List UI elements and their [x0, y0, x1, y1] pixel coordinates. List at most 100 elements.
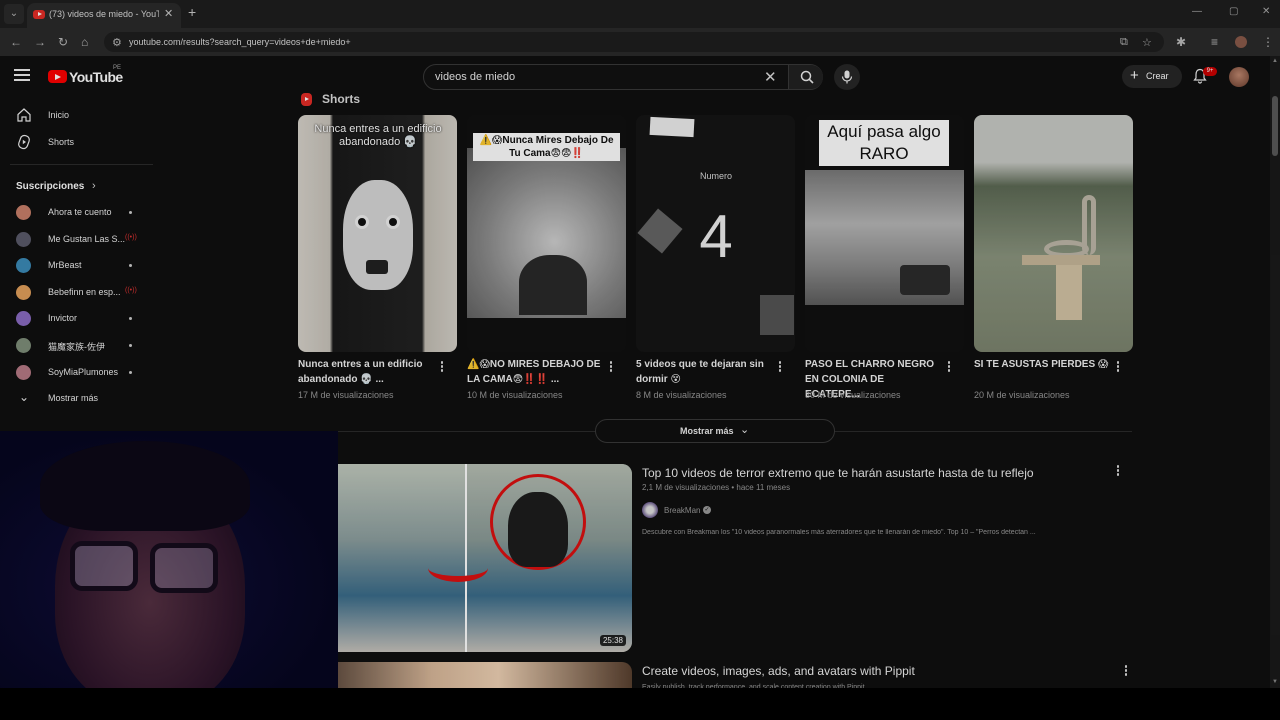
search-input[interactable]: videos de miedo [435, 71, 515, 83]
short-views: 20 M de visualizaciones [974, 390, 1070, 400]
media-controls-icon[interactable]: ≡ [1211, 35, 1218, 49]
subscription-label: Me Gustan Las S... [48, 234, 126, 244]
glasses-right-lens [150, 543, 218, 593]
tab-close-icon[interactable]: ✕ [164, 7, 173, 20]
channel-avatar[interactable] [642, 502, 658, 518]
subscription-item[interactable]: Invictor [0, 306, 155, 332]
short-card[interactable]: Aquí pasa algo RARO PASO EL CHARRO NEGRO… [805, 115, 964, 400]
subscription-item[interactable]: Me Gustan Las S... ((•)) [0, 227, 155, 253]
ad-title[interactable]: Create videos, images, ads, and avatars … [642, 664, 915, 678]
scroll-down-icon[interactable]: ▼ [1272, 679, 1278, 685]
install-app-icon[interactable]: ⧉ [1120, 36, 1128, 49]
channel-avatar [16, 365, 31, 380]
short-overlay-text: ⚠️😱Nunca Mires Debajo De Tu Cama😨😨‼️ [473, 133, 620, 161]
short-overlay-text: Nunca entres a un edificio abandonado 💀 [314, 123, 442, 148]
clear-search-icon[interactable]: ✕ [764, 68, 777, 86]
notification-badge: 9+ [1203, 67, 1217, 76]
short-card[interactable]: SI TE ASUSTAS PIERDES 😱 20 M de visualiz… [974, 115, 1133, 400]
more-actions-icon[interactable] [778, 361, 782, 373]
hamburger-menu-icon[interactable] [14, 69, 30, 81]
reload-icon[interactable]: ↻ [58, 35, 68, 49]
chevron-down-icon: ⌄ [740, 424, 750, 436]
sidebar-show-more[interactable]: ⌄ Mostrar más [0, 386, 155, 412]
short-title[interactable]: SI TE ASUSTAS PIERDES 😱 [974, 357, 1109, 372]
short-title[interactable]: ⚠️😱NO MIRES DEBAJO DE LA CAMA😨‼️‼️ ... [467, 357, 602, 387]
sidebar-item-label: Shorts [48, 137, 75, 147]
sticky-note-graphic [649, 116, 695, 138]
video-thumbnail[interactable]: 25:38 [298, 464, 632, 652]
video-metadata: 2,1 M de visualizaciones • hace 11 meses [642, 483, 791, 492]
shadow-graphic [519, 255, 587, 315]
search-icon [800, 70, 814, 84]
sidebar-item-label: Inicio [48, 110, 70, 120]
channel-avatar [16, 258, 31, 273]
red-arrow-graphic [428, 554, 488, 582]
short-title[interactable]: 5 videos que te dejaran sin dormir 😵 [636, 357, 771, 387]
address-bar[interactable]: ⚙ youtube.com/results?search_query=video… [104, 32, 1164, 52]
back-icon[interactable]: ← [10, 35, 22, 49]
live-icon: ((•)) [125, 287, 137, 294]
extensions-icon[interactable]: ✱ [1176, 35, 1186, 49]
more-actions-icon[interactable] [1124, 665, 1128, 677]
short-thumbnail[interactable] [974, 115, 1133, 352]
more-actions-icon[interactable] [440, 361, 444, 373]
channel-name[interactable]: BreakMan [664, 506, 700, 515]
short-card[interactable]: Nunca entres a un edificio abandonado 💀 … [298, 115, 457, 400]
scrollbar-thumb[interactable] [1272, 96, 1278, 156]
verified-check-icon: ✓ [703, 506, 711, 514]
voice-search-button[interactable] [834, 64, 860, 90]
search-box[interactable]: videos de miedo ✕ [423, 64, 823, 90]
short-thumbnail[interactable]: Nunca entres a un edificio abandonado 💀 [298, 115, 457, 352]
maximize-icon[interactable]: ▢ [1229, 6, 1238, 17]
site-info-icon[interactable]: ⚙ [112, 36, 122, 49]
browser-toolbar: ← → ↻ ⌂ ⚙ youtube.com/results?search_que… [0, 28, 1280, 56]
minimize-icon[interactable]: — [1192, 6, 1202, 17]
create-label: Crear [1146, 71, 1169, 81]
subscription-label: Ahora te cuento [48, 207, 112, 217]
short-thumbnail[interactable]: Numero 4 [636, 115, 795, 352]
tab-search-chevron-icon[interactable]: ⌄ [4, 4, 24, 24]
short-thumbnail[interactable]: Aquí pasa algo RARO [805, 115, 964, 352]
subscription-item[interactable]: 猫魔家族-佐伊 [0, 333, 155, 359]
search-button[interactable] [788, 65, 823, 89]
more-actions-icon[interactable] [947, 361, 951, 373]
new-tab-icon[interactable]: + [188, 4, 196, 20]
browser-menu-icon[interactable]: ⋮ [1262, 35, 1274, 49]
sidebar-item-inicio[interactable]: Inicio [0, 103, 155, 129]
home-icon[interactable]: ⌂ [81, 35, 88, 49]
short-overlay-number: 4 [699, 203, 733, 270]
youtube-masthead: YouTube PE videos de miedo ✕ + Crear 9+ [0, 56, 1270, 98]
cube-graphic [637, 208, 683, 254]
new-content-dot [129, 371, 132, 374]
create-button[interactable]: + Crear [1122, 65, 1182, 88]
subscriptions-heading[interactable]: Suscripciones [16, 181, 84, 192]
subscription-item[interactable]: Ahora te cuento [0, 200, 155, 226]
profile-avatar-icon[interactable] [1235, 36, 1247, 48]
sidebar-item-shorts[interactable]: Shorts [0, 130, 155, 156]
short-card[interactable]: ⚠️😱Nunca Mires Debajo De Tu Cama😨😨‼️ ⚠️😱… [467, 115, 626, 400]
subscription-label: 猫魔家族-佐伊 [48, 342, 105, 352]
subscription-label: MrBeast [48, 260, 82, 270]
short-card[interactable]: Numero 4 5 videos que te dejaran sin dor… [636, 115, 795, 400]
window-close-icon[interactable]: ✕ [1262, 6, 1270, 17]
shorts-show-more-button[interactable]: Mostrar más ⌄ [595, 419, 835, 443]
short-thumbnail[interactable]: ⚠️😱Nunca Mires Debajo De Tu Cama😨😨‼️ [467, 115, 626, 352]
sidebar-divider [10, 164, 153, 165]
forward-icon[interactable]: → [34, 35, 46, 49]
more-actions-icon[interactable] [1116, 361, 1120, 373]
browser-tab[interactable]: (73) videos de miedo - YouTube ✕ [27, 3, 181, 28]
short-title[interactable]: Nunca entres a un edificio abandonado 💀 … [298, 357, 433, 387]
video-title[interactable]: Top 10 videos de terror extremo que te h… [642, 466, 1034, 480]
show-more-label: Mostrar más [680, 426, 734, 436]
subscription-item[interactable]: Bebefinn en esp... ((•)) [0, 280, 155, 306]
more-actions-icon[interactable] [609, 361, 613, 373]
chevron-right-icon[interactable]: › [92, 180, 96, 192]
bookmark-star-icon[interactable]: ☆ [1142, 36, 1152, 49]
scroll-up-icon[interactable]: ▲ [1272, 58, 1278, 64]
short-views: 8 M de visualizaciones [636, 390, 727, 400]
more-actions-icon[interactable] [1116, 465, 1120, 477]
account-avatar[interactable] [1229, 67, 1249, 87]
subscription-item[interactable]: SoyMiaPlumones [0, 360, 155, 386]
subscription-item[interactable]: MrBeast [0, 253, 155, 279]
home-icon [17, 108, 31, 122]
